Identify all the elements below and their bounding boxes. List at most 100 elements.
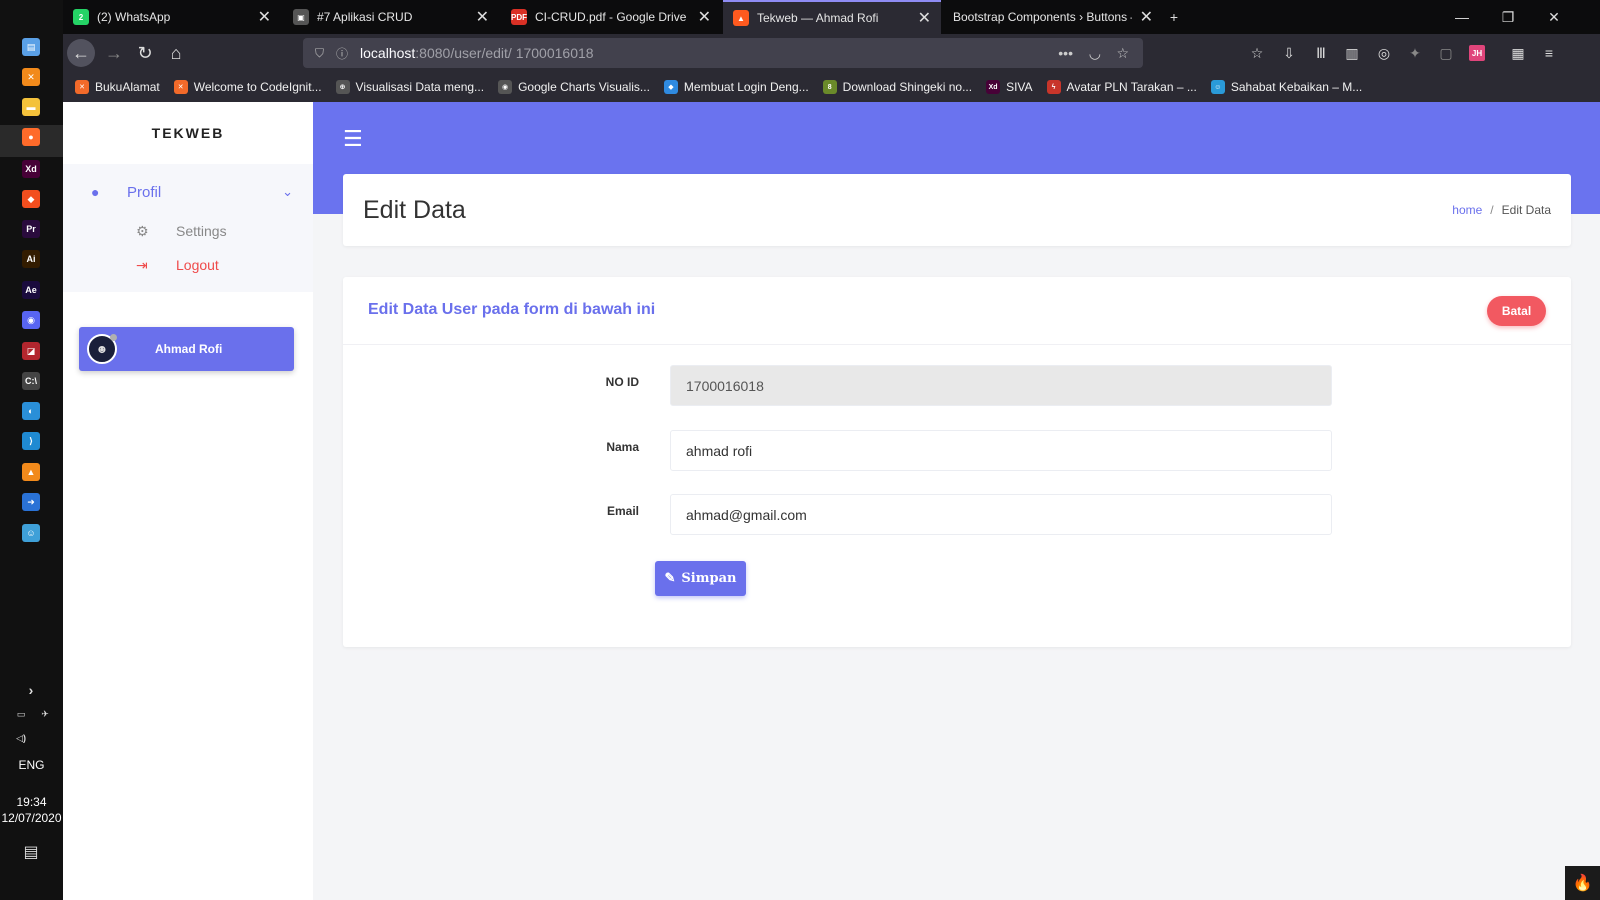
taskbar-xampp-icon[interactable]: ✕ <box>22 68 40 86</box>
name-field[interactable] <box>670 430 1332 471</box>
browser-tab[interactable]: ▣ #7 Aplikasi CRUD ✕ <box>283 0 499 34</box>
extensions-menu-icon[interactable]: ▦ <box>1510 45 1526 61</box>
home-icon[interactable]: ⌂ <box>162 39 190 67</box>
tab-strip: 2 (2) WhatsApp ✕ ▣ #7 Aplikasi CRUD ✕ PDF CI-CR… <box>63 0 1600 34</box>
id-field[interactable] <box>670 365 1332 406</box>
language-indicator[interactable]: ENG <box>0 758 63 772</box>
bookmark-item[interactable]: 8 Download Shingeki no... <box>822 80 972 94</box>
taskbar-files-icon[interactable]: ▬ <box>22 98 40 116</box>
bookmark-item[interactable]: ☺ Sahabat Kebaikan – M... <box>1210 80 1362 94</box>
jh-extension-icon[interactable]: JH <box>1469 45 1485 61</box>
close-tab-icon[interactable]: ✕ <box>1140 7 1153 27</box>
bookmark-label: Membuat Login Deng... <box>683 80 809 94</box>
bookmarks-bar: ✕ BukuAlamat ✕ Welcome to CodeIgnit... ⊕ Visu… <box>63 72 1600 102</box>
sign-out-icon: ⇥ <box>136 256 148 273</box>
url-bar[interactable]: ⛉ ⓘ localhost:8080/user/edit/ 1700016018… <box>303 38 1143 68</box>
lock-extension-icon[interactable]: ▢ <box>1438 45 1454 61</box>
taskbar-adobe-xd-icon[interactable]: Xd <box>22 160 40 178</box>
sidebar-icon[interactable]: ▥ <box>1344 45 1360 61</box>
close-window-icon[interactable]: ✕ <box>1531 0 1577 34</box>
library-icon[interactable]: Ⅲ <box>1313 45 1329 61</box>
back-icon[interactable]: ← <box>67 39 95 67</box>
taskbar-vscode-icon[interactable]: ⟩ <box>22 432 40 450</box>
new-tab-button[interactable]: + <box>1157 0 1191 34</box>
account-icon[interactable]: ◎ <box>1376 45 1392 61</box>
clock-time[interactable]: 19:34 <box>0 795 63 809</box>
page-title: Edit Data <box>363 196 466 224</box>
taskbar-premiere-icon[interactable]: Pr <box>22 220 40 238</box>
email-field[interactable] <box>670 494 1332 535</box>
taskbar-app-blue-icon[interactable]: ➜ <box>22 493 40 511</box>
menu-toggle-icon[interactable]: ☰ <box>343 126 363 152</box>
sidebar-item-profil[interactable]: ● Profil ⌄ <box>63 170 313 214</box>
bookmark-item[interactable]: ✕ BukuAlamat <box>75 80 160 94</box>
close-tab-icon[interactable]: ✕ <box>258 7 271 27</box>
taskbar-explorer-icon[interactable]: ▤ <box>22 38 40 56</box>
restore-icon[interactable]: ❐ <box>1485 0 1531 34</box>
hamburger-menu-icon[interactable]: ≡ <box>1541 45 1557 61</box>
minimize-icon[interactable]: — <box>1439 0 1485 34</box>
browser-tab[interactable]: ▲ Tekweb — Ahmad Rofi ✕ <box>723 0 941 34</box>
browser-tab[interactable]: 2 (2) WhatsApp ✕ <box>63 0 281 34</box>
reading-list-icon[interactable]: ☆ <box>1249 45 1265 61</box>
shield-icon[interactable]: ⛉ <box>315 46 324 61</box>
bookmark-item[interactable]: ⊕ Visualisasi Data meng... <box>335 80 484 94</box>
taskbar-terminal-icon[interactable]: C:\ <box>22 372 40 390</box>
airplane-icon[interactable]: ✈ <box>36 705 54 723</box>
bookmark-item[interactable]: ✕ Welcome to CodeIgnit... <box>173 80 322 94</box>
info-icon[interactable]: ⓘ <box>336 45 348 62</box>
close-tab-icon[interactable]: ✕ <box>698 7 711 27</box>
taskbar-vlc-icon[interactable]: ▲ <box>22 463 40 481</box>
form-header: Edit Data User pada form di bawah ini Ba… <box>343 277 1571 345</box>
browser-tab[interactable]: PDF CI-CRUD.pdf - Google Drive ✕ <box>501 0 721 34</box>
bookmark-item[interactable]: ◆ Membuat Login Deng... <box>663 80 809 94</box>
bookmark-item[interactable]: ◉ Google Charts Visualis... <box>498 80 650 94</box>
web-page: TEKWEB ● Profil ⌄ ⚙ Settings ⇥ Logout ☻ … <box>63 102 1600 900</box>
brand-logo[interactable]: TEKWEB <box>63 102 313 164</box>
close-tab-icon[interactable]: ✕ <box>476 7 489 27</box>
sidebar-item-settings[interactable]: ⚙ Settings <box>63 214 313 248</box>
download-icon[interactable]: ⇩ <box>1281 45 1297 61</box>
bookmark-favicon-icon: ◉ <box>498 80 513 94</box>
volume-icon[interactable]: ◁) <box>12 729 30 747</box>
sidebar-item-label: Settings <box>176 223 227 239</box>
clock-date[interactable]: 12/07/2020 <box>0 811 63 825</box>
cancel-button[interactable]: Batal <box>1487 296 1546 326</box>
pocket-icon[interactable]: ◡ <box>1089 45 1101 62</box>
taskbar-after-effects-icon[interactable]: Ae <box>22 281 40 299</box>
bookmark-favicon-icon: ✕ <box>75 80 89 94</box>
bookmark-item[interactable]: ϟ Avatar PLN Tarakan – ... <box>1046 80 1197 94</box>
breadcrumb-home-link[interactable]: home <box>1452 203 1482 217</box>
reload-icon[interactable]: ↻ <box>131 39 159 67</box>
taskbar-app-red-icon[interactable]: ◪ <box>22 342 40 360</box>
taskbar-illustrator-icon[interactable]: Ai <box>22 250 40 268</box>
taskbar-edge-icon[interactable]: ◐ <box>22 402 40 420</box>
url-path: :8080/user/edit/ 1700016018 <box>415 45 594 61</box>
notification-icon[interactable]: ▤ <box>22 843 40 861</box>
bookmark-item[interactable]: Xd SIVA <box>986 80 1033 94</box>
breadcrumb-current: Edit Data <box>1501 203 1551 217</box>
taskbar-figma-icon[interactable]: ◆ <box>22 190 40 208</box>
bookmark-star-icon[interactable]: ☆ <box>1116 45 1129 62</box>
tab-favicon-icon: ▣ <box>293 9 309 25</box>
close-tab-icon[interactable]: ✕ <box>918 8 931 28</box>
sidebar-item-logout[interactable]: ⇥ Logout <box>63 248 313 282</box>
battery-icon[interactable]: ▭ <box>12 705 30 723</box>
extension-icon[interactable]: ✦ <box>1407 45 1423 61</box>
taskbar-firefox-icon[interactable]: ● <box>22 128 40 146</box>
save-button[interactable]: ✎ Simpan <box>655 561 746 596</box>
form-row-email: Email <box>343 494 1571 536</box>
form-row-id: NO ID <box>343 365 1571 407</box>
bookmark-favicon-icon: ϟ <box>1046 80 1061 94</box>
flame-icon[interactable]: 🔥 <box>1565 866 1600 900</box>
browser-tab[interactable]: Bootstrap Components › Buttons – ✕ <box>943 0 1163 34</box>
bookmark-label: Google Charts Visualis... <box>518 80 650 94</box>
taskbar-app-robot-icon[interactable]: ☺ <box>22 524 40 542</box>
bookmark-label: Welcome to CodeIgnit... <box>193 80 322 94</box>
more-icon[interactable]: ••• <box>1058 45 1073 61</box>
taskbar-discord-icon[interactable]: ◉ <box>22 311 40 329</box>
chevron-right-icon[interactable]: › <box>22 681 40 699</box>
sidebar-menu: ● Profil ⌄ ⚙ Settings ⇥ Logout <box>63 164 313 292</box>
user-card[interactable]: ☻ Ahmad Rofi <box>79 327 294 371</box>
forward-icon[interactable]: → <box>100 39 128 67</box>
